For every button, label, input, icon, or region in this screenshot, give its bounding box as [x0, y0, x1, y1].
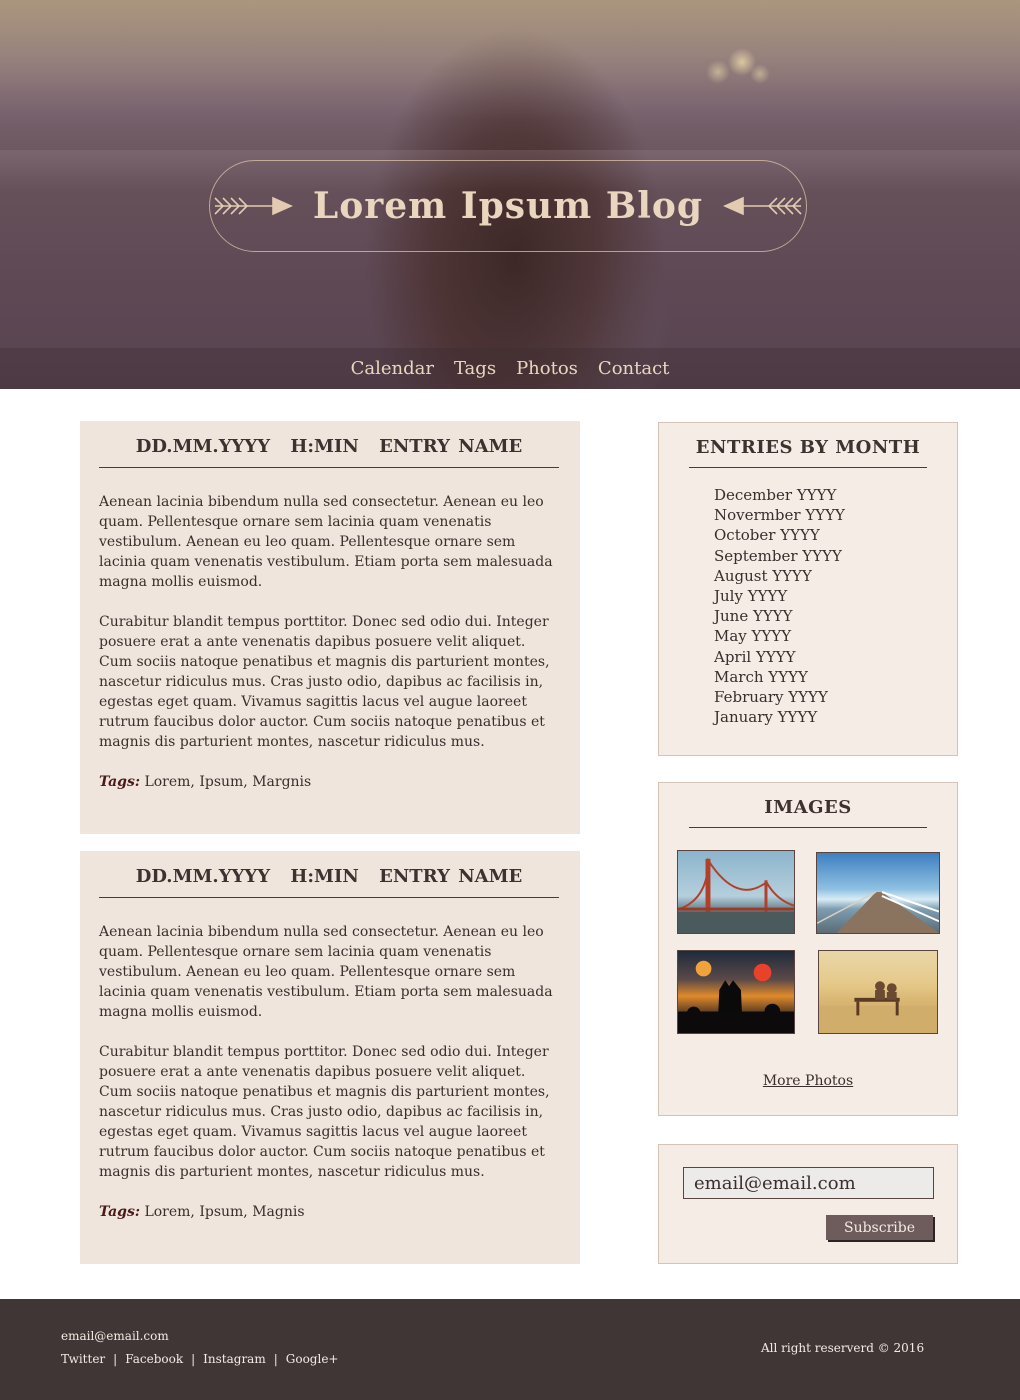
hero-banner: Lorem Ipsum Blog Calendar Tags Photos Co…	[0, 0, 1020, 389]
copyright-text: All right reserverd © 2016	[761, 1341, 925, 1355]
nav-calendar[interactable]: Calendar	[351, 358, 434, 379]
social-links: Twitter | Facebook | Instagram | Google+	[61, 1352, 338, 1366]
tags-label: Tags:	[99, 774, 140, 790]
footer-email[interactable]: email@email.com	[61, 1329, 169, 1343]
post-paragraph: Curabitur blandit tempus porttitor. Done…	[99, 614, 550, 750]
month-link[interactable]: March YYYY	[714, 667, 957, 687]
footer: email@email.com Twitter | Facebook | Ins…	[0, 1299, 1020, 1400]
photo-thumbnail-bench[interactable]	[818, 950, 938, 1034]
arrow-left-icon	[723, 196, 802, 216]
social-link-instagram[interactable]: Instagram	[203, 1352, 266, 1366]
nav-contact[interactable]: Contact	[598, 358, 669, 379]
divider: |	[273, 1352, 278, 1366]
social-link-twitter[interactable]: Twitter	[61, 1352, 105, 1366]
month-link[interactable]: July YYYY	[714, 586, 957, 606]
title-frame: Lorem Ipsum Blog	[209, 160, 807, 252]
entries-by-month-widget: ENTRIES BY MONTH December YYYY Novermber…	[658, 422, 958, 756]
post-title: ENTRY NAME	[379, 866, 523, 887]
subscribe-button[interactable]: Subscribe	[826, 1215, 933, 1240]
divider: |	[191, 1352, 196, 1366]
post-paragraph: Aenean lacinia bibendum nulla sed consec…	[99, 924, 553, 1020]
blog-post: DD.MM.YYYY H:MIN ENTRY NAME Aenean lacin…	[80, 851, 580, 1264]
blog-title[interactable]: Lorem Ipsum Blog	[313, 185, 703, 227]
main-nav: Calendar Tags Photos Contact	[0, 348, 1020, 389]
tags-list[interactable]: Lorem, Ipsum, Magnis	[144, 1204, 304, 1220]
post-body: Aenean lacinia bibendum nulla sed consec…	[99, 492, 559, 792]
post-date: DD.MM.YYYY	[135, 866, 271, 887]
month-link[interactable]: January YYYY	[714, 707, 957, 727]
month-link[interactable]: April YYYY	[714, 647, 957, 667]
photo-thumbnail-bridge[interactable]	[677, 850, 795, 934]
post-date: DD.MM.YYYY	[135, 436, 271, 457]
post-paragraph: Aenean lacinia bibendum nulla sed consec…	[99, 494, 553, 590]
social-link-facebook[interactable]: Facebook	[125, 1352, 183, 1366]
month-link[interactable]: October YYYY	[714, 525, 957, 545]
images-widget: IMAGES More Photos	[658, 782, 958, 1116]
tags-list[interactable]: Lorem, Ipsum, Margnis	[144, 774, 311, 790]
month-link[interactable]: Novermber YYYY	[714, 505, 957, 525]
photo-thumbnail-celebration[interactable]	[677, 950, 795, 1034]
post-tags: Tags: Lorem, Ipsum, Magnis	[99, 1202, 559, 1222]
post-title: ENTRY NAME	[379, 436, 523, 457]
post-time: H:MIN	[290, 436, 359, 457]
post-body: Aenean lacinia bibendum nulla sed consec…	[99, 922, 559, 1222]
post-paragraph: Curabitur blandit tempus porttitor. Done…	[99, 1044, 550, 1180]
email-input[interactable]	[683, 1167, 934, 1199]
tags-label: Tags:	[99, 1204, 140, 1220]
month-link[interactable]: May YYYY	[714, 626, 957, 646]
nav-photos[interactable]: Photos	[516, 358, 578, 379]
post-tags: Tags: Lorem, Ipsum, Margnis	[99, 772, 559, 792]
post-header[interactable]: DD.MM.YYYY H:MIN ENTRY NAME	[99, 851, 559, 898]
month-link[interactable]: August YYYY	[714, 566, 957, 586]
post-time: H:MIN	[290, 866, 359, 887]
month-link[interactable]: June YYYY	[714, 606, 957, 626]
nav-tags[interactable]: Tags	[454, 358, 496, 379]
blog-post: DD.MM.YYYY H:MIN ENTRY NAME Aenean lacin…	[80, 421, 580, 834]
divider: |	[113, 1352, 118, 1366]
month-link[interactable]: December YYYY	[714, 485, 957, 505]
month-link[interactable]: September YYYY	[714, 546, 957, 566]
post-header[interactable]: DD.MM.YYYY H:MIN ENTRY NAME	[99, 421, 559, 468]
month-link[interactable]: February YYYY	[714, 687, 957, 707]
hero-sky-haze	[0, 0, 1020, 120]
social-link-googleplus[interactable]: Google+	[286, 1352, 339, 1366]
arrow-right-icon	[214, 196, 293, 216]
month-list: December YYYY Novermber YYYY October YYY…	[659, 485, 957, 727]
more-photos-link[interactable]: More Photos	[659, 1073, 957, 1089]
photo-thumbnail-pier[interactable]	[816, 852, 940, 934]
widget-title: IMAGES	[689, 783, 927, 828]
widget-title: ENTRIES BY MONTH	[689, 423, 927, 468]
subscribe-widget: Subscribe	[658, 1144, 958, 1264]
